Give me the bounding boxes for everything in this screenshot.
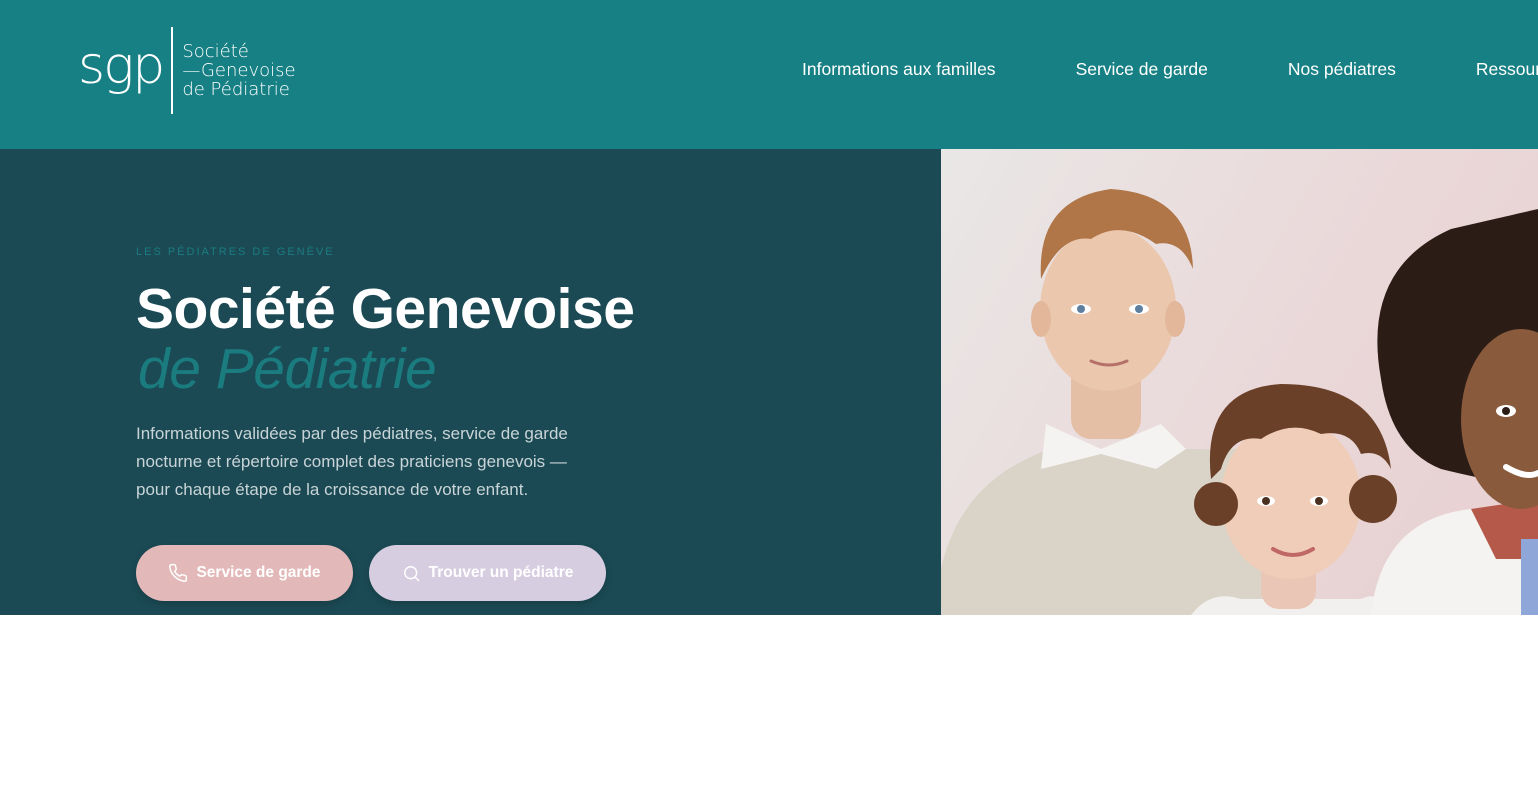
hero-description-line: nocturne et répertoire complet des prati… [136,452,567,471]
phone-icon [169,563,188,582]
trouver-pediatre-button[interactable]: Trouver un pédiatre [369,545,606,601]
hero-description: Informations validées par des pédiatres,… [136,420,636,504]
hero-description-line: Informations validées par des pédiatres,… [136,424,568,443]
nav-item-informations[interactable]: Informations aux familles [802,59,996,80]
hero-title: Société Genevoise [136,277,635,341]
service-de-garde-label: Service de garde [196,564,321,581]
logo-line-3: de Pédiatrie [182,79,290,100]
search-icon [403,565,419,581]
service-de-garde-button[interactable]: Service de garde [136,545,353,601]
hero-children-photo [941,149,1538,615]
hero-description-line: pour chaque étape de la croissance de vo… [136,480,529,499]
logo-mark: sgp [78,35,165,96]
site-header: sgp Société —Genevoise de Pédiatrie Info… [0,0,1538,149]
children-illustration [941,189,1538,615]
main-nav: Informations aux familles Service de gar… [802,59,1538,80]
logo-line-1: Société [182,41,249,62]
logo-line-2: —Genevoise [182,60,296,81]
nav-item-nos-pediatres[interactable]: Nos pédiatres [1288,59,1396,80]
logo-divider [171,27,174,114]
hero-section: LES PÉDIATRES DE GENÈVE Société Genevois… [0,149,941,615]
nav-item-service-de-garde[interactable]: Service de garde [1076,59,1208,80]
trouver-pediatre-label: Trouver un pédiatre [428,564,574,581]
hero-eyebrow: LES PÉDIATRES DE GENÈVE [136,246,335,258]
hero-title-accent: de Pédiatrie [138,337,437,401]
logo-wordmark: Société —Genevoise de Pédiatrie [182,42,295,99]
site-logo[interactable]: sgp Société —Genevoise de Pédiatrie [78,27,296,114]
nav-item-ressources[interactable]: Ressources [1476,59,1538,80]
